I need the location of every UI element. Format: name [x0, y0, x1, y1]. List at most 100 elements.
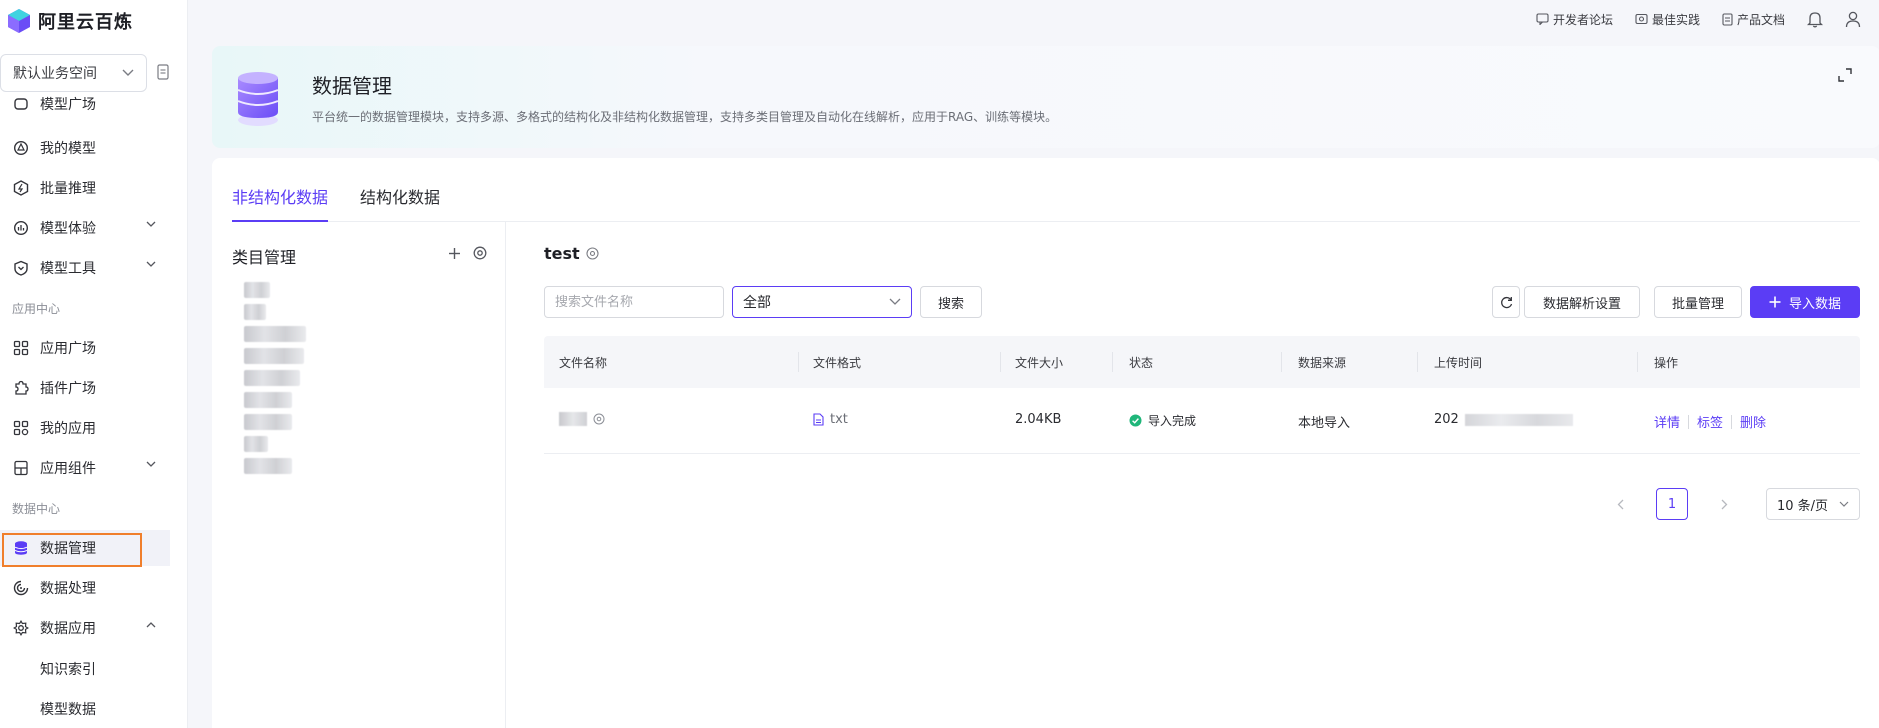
tab-unstructured-data[interactable]: 非结构化数据: [232, 184, 328, 208]
col-divider: [1637, 352, 1638, 372]
refresh-button[interactable]: [1492, 286, 1520, 318]
workspace-select[interactable]: 默认业务空间: [0, 54, 147, 92]
filter-select[interactable]: 全部: [732, 286, 912, 318]
divider: [1731, 414, 1733, 429]
chevron-down-icon: [122, 69, 134, 76]
sidebar-item-model-experience[interactable]: 模型体验: [0, 210, 170, 246]
sidebar-item-plugin-square[interactable]: 插件广场: [0, 370, 170, 406]
category-item[interactable]: [244, 304, 266, 320]
forum-link[interactable]: 开发者论坛: [1536, 11, 1613, 28]
col-divider: [1281, 352, 1282, 372]
app-component-icon: [12, 459, 30, 477]
page-number-button[interactable]: 1: [1656, 488, 1688, 520]
sidebar-item-label: 模型体验: [40, 221, 96, 237]
col-divider: [798, 352, 799, 372]
category-item[interactable]: [244, 392, 292, 408]
nav-group-app-center: 应用中心: [12, 302, 61, 316]
col-divider: [1112, 352, 1113, 372]
user-icon[interactable]: [1845, 10, 1861, 28]
settings-icon[interactable]: [473, 246, 487, 260]
parse-settings-button[interactable]: 数据解析设置: [1524, 286, 1640, 318]
import-data-button[interactable]: 导入数据: [1750, 286, 1860, 318]
sidebar-item-data-apps[interactable]: 数据应用: [0, 610, 170, 646]
source-cell: 本地导入: [1298, 416, 1351, 431]
category-item[interactable]: [244, 436, 268, 452]
chevron-down-icon: [146, 461, 156, 467]
sidebar-item-data-processing[interactable]: 数据处理: [0, 570, 170, 606]
my-model-icon: [12, 139, 30, 157]
data-app-icon: [12, 619, 30, 637]
sidebar-item-model-tools[interactable]: 模型工具: [0, 250, 170, 286]
status-label: 导入完成: [1148, 414, 1197, 428]
col-divider: [1417, 352, 1418, 372]
delete-link[interactable]: 删除: [1740, 412, 1766, 431]
chevron-up-icon: [146, 622, 156, 628]
workspace-label: 默认业务空间: [13, 66, 97, 82]
sidebar: 阿里云百炼 默认业务空间 模型广场 我的模型 批量推理 模型体验 模型工具 应用: [0, 0, 188, 728]
chevron-left-icon: [1617, 499, 1623, 509]
sidebar-subitem-model-data[interactable]: 模型数据: [40, 699, 96, 719]
batch-manage-button[interactable]: 批量管理: [1654, 286, 1742, 318]
best-practice-link[interactable]: 最佳实践: [1635, 11, 1700, 28]
bell-icon[interactable]: [1807, 10, 1823, 28]
category-name: test: [544, 244, 599, 263]
category-item[interactable]: [244, 348, 304, 364]
sidebar-item-label: 模型广场: [40, 97, 96, 113]
plugin-icon: [12, 379, 30, 397]
logo-icon: [8, 9, 30, 33]
tag-link[interactable]: 标签: [1697, 412, 1723, 431]
category-item[interactable]: [244, 458, 292, 474]
logo[interactable]: 阿里云百炼: [8, 6, 133, 36]
table-header: 文件名称 文件格式 文件大小 状态 数据来源 上传时间 操作: [544, 336, 1860, 388]
col-file-name: 文件名称: [559, 356, 608, 370]
sidebar-subitem-knowledge-index[interactable]: 知识索引: [40, 659, 96, 679]
forum-link-label: 开发者论坛: [1552, 12, 1613, 27]
app-name: 阿里云百炼: [38, 12, 133, 33]
tab-structured-data[interactable]: 结构化数据: [360, 184, 440, 208]
col-operations: 操作: [1654, 356, 1679, 370]
data-process-icon: [12, 579, 30, 597]
chevron-down-icon: [146, 261, 156, 267]
category-actions: [448, 246, 487, 260]
category-item[interactable]: [244, 282, 270, 298]
sidebar-item-label: 我的模型: [40, 141, 96, 157]
topbar: 开发者论坛 最佳实践 产品文档: [189, 0, 1879, 42]
document-icon[interactable]: [157, 64, 169, 80]
sidebar-item-my-model[interactable]: 我的模型: [0, 130, 170, 166]
upload-time-cell: 202: [1434, 412, 1573, 427]
file-format-label: txt: [830, 412, 848, 427]
search-button[interactable]: 搜索: [920, 286, 982, 318]
sidebar-item-batch-inference[interactable]: 批量推理: [0, 170, 170, 206]
category-item[interactable]: [244, 370, 300, 386]
search-input[interactable]: [544, 286, 724, 318]
page-size-select[interactable]: 10 条/页: [1766, 488, 1860, 520]
forum-icon: [1536, 13, 1549, 25]
expand-icon[interactable]: [1838, 68, 1852, 82]
file-name-blurred: [559, 412, 587, 426]
chevron-right-icon: [1721, 499, 1727, 509]
prev-page-button[interactable]: [1604, 488, 1636, 520]
settings-icon[interactable]: [586, 247, 599, 260]
category-item[interactable]: [244, 326, 306, 342]
category-item[interactable]: [244, 414, 292, 430]
model-experience-icon: [12, 219, 30, 237]
content-card: 非结构化数据 结构化数据 类目管理 test 全部 搜索: [212, 158, 1879, 728]
top-links: 开发者论坛 最佳实践 产品文档: [1536, 10, 1861, 28]
doc-icon: [1722, 12, 1733, 26]
sidebar-item-model-square[interactable]: 模型广场: [0, 96, 170, 122]
product-doc-link[interactable]: 产品文档: [1722, 11, 1785, 28]
table-row[interactable]: txt 2.04KB 导入完成 本地导入 202 详情 标签 删除: [544, 388, 1860, 454]
operations-cell: 详情 标签 删除: [1654, 412, 1766, 431]
refresh-icon: [1500, 296, 1512, 308]
divider: [1688, 414, 1690, 429]
next-page-button[interactable]: [1708, 488, 1740, 520]
info-icon[interactable]: [593, 413, 605, 425]
detail-link[interactable]: 详情: [1654, 412, 1680, 431]
page-description: 平台统一的数据管理模块，支持多源、多格式的结构化及非结构化数据管理，支持多类目管…: [312, 110, 1058, 124]
model-tools-icon: [12, 259, 30, 277]
add-icon[interactable]: [448, 247, 461, 260]
sidebar-item-app-components[interactable]: 应用组件: [0, 450, 170, 486]
chevron-down-icon: [1839, 501, 1849, 507]
sidebar-item-app-square[interactable]: 应用广场: [0, 330, 170, 366]
sidebar-item-my-app[interactable]: 我的应用: [0, 410, 170, 446]
